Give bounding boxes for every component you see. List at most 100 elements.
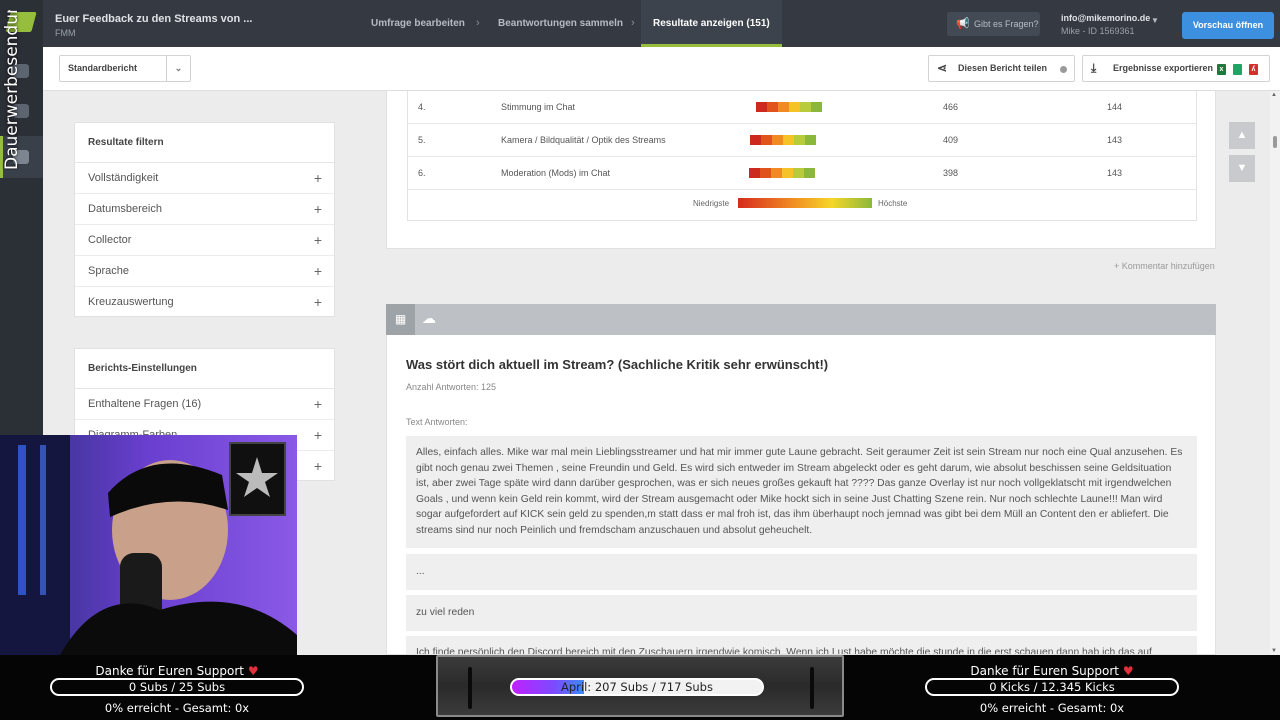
plus-icon: + — [313, 458, 322, 474]
help-button[interactable]: 📢 Gibt es Fragen? — [947, 12, 1040, 36]
filter-item[interactable]: Vollständigkeit + — [75, 163, 334, 194]
filter-item[interactable]: Datumsbereich + — [75, 194, 334, 225]
heatmap-bar — [750, 135, 816, 145]
help-label: Gibt es Fragen? — [974, 19, 1039, 29]
legend-low: Niedrigste — [693, 199, 730, 208]
heatmap-segment — [772, 135, 783, 145]
widget-decoration — [810, 667, 814, 709]
download-icon: ⤓ — [1091, 61, 1097, 75]
heatmap-segment — [767, 102, 778, 112]
preview-button[interactable]: Vorschau öffnen — [1182, 12, 1274, 39]
heart-icon: ♥ — [1122, 664, 1134, 678]
heatmap-segment — [783, 135, 794, 145]
heatmap-segment — [756, 102, 767, 112]
plus-icon: + — [313, 201, 322, 217]
filter-item[interactable]: Collector + — [75, 225, 334, 256]
heatmap-segment — [778, 102, 789, 112]
table-row: 4. Stimmung im Chat 466 144 — [408, 91, 1196, 124]
subs-goal-bar: 0 Subs / 25 Subs — [50, 678, 304, 696]
excel-icon[interactable]: x — [1217, 64, 1226, 75]
row-label: Stimmung im Chat — [501, 102, 576, 112]
table-view-icon[interactable]: ▦ — [386, 304, 415, 335]
heart-icon: ♥ — [247, 664, 259, 678]
plus-icon: + — [313, 232, 322, 248]
filter-panel-title: Resultate filtern — [75, 123, 334, 163]
overlay-vertical-label: Dauerwerbesendung — [2, 10, 22, 170]
survey-title[interactable]: Euer Feedback zu den Streams von ... — [55, 13, 252, 25]
widget-decoration — [468, 667, 472, 709]
answer-item: zu viel reden — [406, 595, 1197, 631]
report-toolbar: Standardbericht ⌄ ⋖ Diesen Bericht teile… — [43, 47, 1280, 91]
export-label: Ergebnisse exportieren — [1113, 63, 1214, 73]
top-navigation: Euer Feedback zu den Streams von ... FMM… — [43, 0, 1280, 47]
table-row: 5. Kamera / Bildqualität / Optik des Str… — [408, 124, 1196, 157]
plus-icon: + — [313, 427, 322, 443]
share-report-button[interactable]: ⋖ Diesen Bericht teilen — [928, 55, 1075, 82]
scroll-up-button[interactable]: ▲ — [1229, 122, 1255, 149]
survey-owner: FMM — [55, 28, 76, 38]
ranking-card: 4. Stimmung im Chat 466 144 5. Kamera / … — [386, 91, 1216, 249]
settings-item[interactable]: Enthaltene Fragen (16) + — [75, 389, 334, 420]
support-title-right: Danke für Euren Support ♥ — [970, 664, 1134, 678]
scroll-down-button[interactable]: ▼ — [1229, 155, 1255, 182]
kicks-goal-bar: 0 Kicks / 12.345 Kicks — [925, 678, 1179, 696]
settings-panel-title: Berichts-Einstellungen — [75, 349, 334, 389]
heatmap-segment — [750, 135, 761, 145]
row-score: 398 — [943, 168, 959, 178]
scroll-down-arrow-icon[interactable]: ▼ — [1271, 648, 1277, 654]
chevron-down-icon: ▼ — [1151, 16, 1159, 25]
step-edit-survey[interactable]: Umfrage bearbeiten — [371, 0, 465, 47]
heatmap-legend: Niedrigste Höchste — [408, 190, 1196, 220]
account-email: info@mikemorino.de — [1061, 13, 1151, 23]
page-scrollbar[interactable]: ▲ ▼ — [1270, 91, 1280, 655]
account-menu[interactable]: info@mikemorino.de Mike - ID 1569361 ▼ — [1061, 13, 1159, 36]
scrollbar-thumb[interactable] — [1273, 136, 1277, 148]
row-count: 144 — [1107, 102, 1123, 112]
question-card-header: ▦ ☁ — [386, 304, 1216, 335]
monthly-subs-progress-bar: April: 207 Subs / 717 Subs — [510, 678, 764, 696]
pdf-icon[interactable]: ʎ — [1249, 64, 1258, 75]
row-rank: 6. — [418, 168, 426, 178]
kicks-goal-status: 0% erreicht - Gesamt: 0x — [979, 701, 1125, 715]
legend-high: Höchste — [878, 199, 908, 208]
question-card: Was stört dich aktuell im Stream? (Sachl… — [386, 335, 1216, 655]
heatmap-segment — [782, 168, 793, 178]
step-collect-responses[interactable]: Beantwortungen sammeln — [498, 0, 623, 47]
heatmap-segment — [811, 102, 822, 112]
row-label: Moderation (Mods) im Chat — [501, 168, 611, 178]
word-cloud-icon[interactable]: ☁ — [422, 310, 436, 327]
chevron-down-icon: ⌄ — [166, 56, 190, 81]
share-label: Diesen Bericht teilen — [958, 63, 1048, 73]
heatmap-segment — [793, 168, 804, 178]
plus-icon: + — [313, 396, 322, 412]
row-rank: 5. — [418, 135, 426, 145]
subs-goal-status: 0% erreicht - Gesamt: 0x — [104, 701, 250, 715]
step-show-results[interactable]: Resultate anzeigen (151) — [641, 0, 782, 47]
plus-icon: + — [313, 263, 322, 279]
filter-item[interactable]: Kreuzauswertung + — [75, 287, 334, 318]
question-title: Was stört dich aktuell im Stream? (Sachl… — [406, 357, 829, 372]
heatmap-segment — [761, 135, 772, 145]
heatmap-segment — [805, 135, 816, 145]
report-select[interactable]: Standardbericht ⌄ — [59, 55, 191, 82]
chevron-right-icon: › — [476, 17, 480, 29]
row-score: 466 — [943, 102, 959, 112]
answer-item: Ich finde persönlich den Discord bereich… — [406, 636, 1197, 654]
filter-item[interactable]: Sprache + — [75, 256, 334, 287]
sheets-icon[interactable] — [1233, 64, 1242, 75]
row-count: 143 — [1107, 135, 1123, 145]
add-comment-link[interactable]: + Kommentar hinzufügen — [1114, 261, 1215, 271]
text-answers-label: Text Antworten: — [406, 417, 468, 427]
export-results-button[interactable]: ⤓ Ergebnisse exportieren x ʎ — [1082, 55, 1270, 82]
plus-icon: + — [313, 170, 322, 186]
row-rank: 4. — [418, 102, 426, 112]
scroll-up-arrow-icon[interactable]: ▲ — [1271, 92, 1277, 98]
row-label: Kamera / Bildqualität / Optik des Stream… — [501, 135, 666, 145]
heatmap-segment — [804, 168, 815, 178]
row-score: 409 — [943, 135, 959, 145]
heatmap-segment — [800, 102, 811, 112]
answer-item: Alles, einfach alles. Mike war mal mein … — [406, 436, 1197, 548]
report-select-value: Standardbericht — [68, 63, 138, 73]
heatmap-segment — [749, 168, 760, 178]
account-id: Mike - ID 1569361 — [1061, 26, 1135, 36]
